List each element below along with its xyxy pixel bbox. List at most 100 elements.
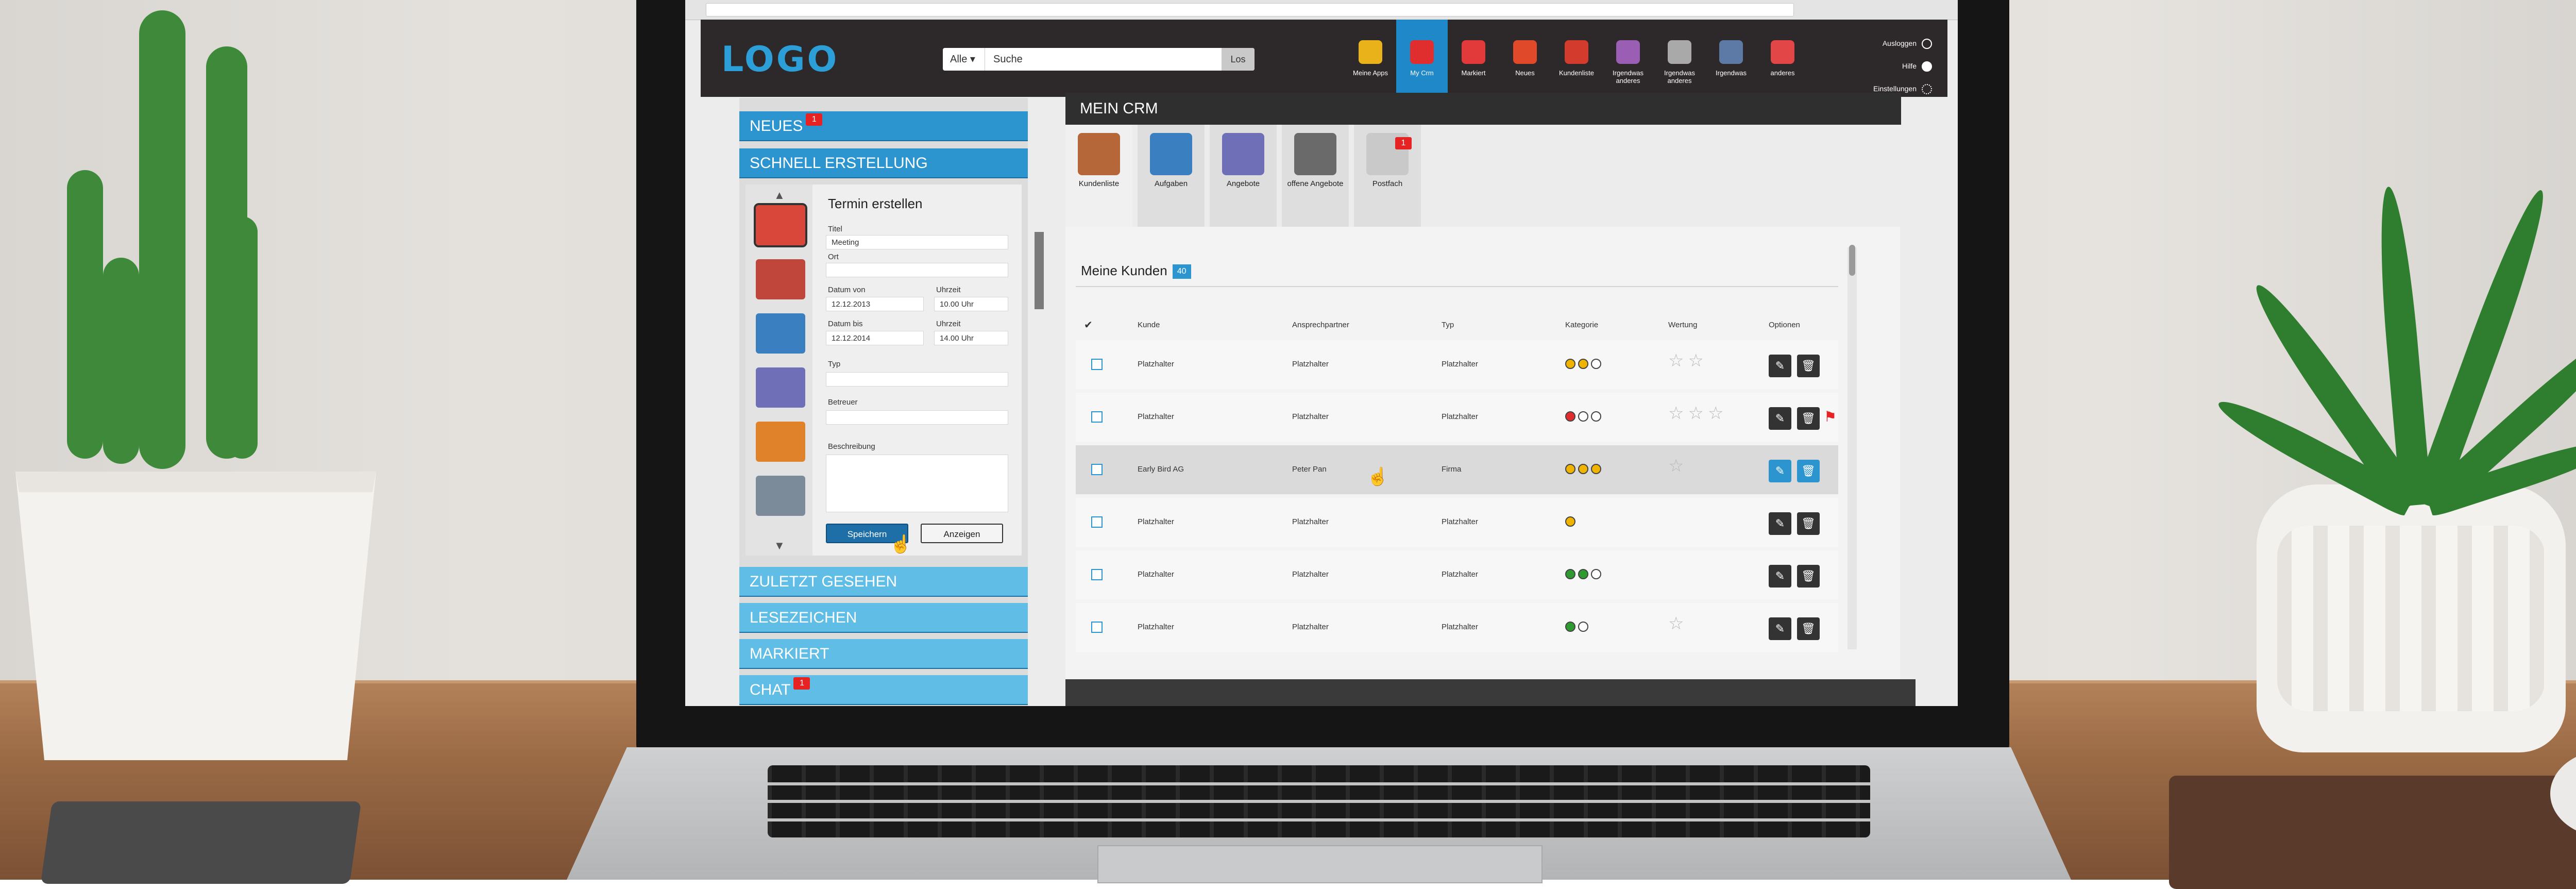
uhrzeit-bis-field[interactable]: 14.00 Uhr [934, 331, 1008, 345]
monitor-icon[interactable] [756, 476, 805, 516]
row-checkbox[interactable] [1091, 411, 1103, 423]
tab-printer[interactable]: offene Angebote [1282, 125, 1349, 227]
tab-chart[interactable]: Angebote [1210, 125, 1277, 227]
edit-icon[interactable]: ✎ [1769, 460, 1791, 482]
star-icon[interactable]: ☆ [1668, 615, 1684, 632]
trash-icon[interactable]: 🗑 [1797, 565, 1820, 588]
scrollbar-thumb[interactable] [1849, 245, 1855, 276]
nav-item[interactable]: Markiert [1448, 20, 1499, 97]
accordion-zuletzt-gesehen[interactable]: ZULETZT GESEHEN [739, 567, 1028, 597]
star-icon[interactable]: ☆ [1688, 352, 1703, 370]
edit-icon[interactable]: ✎ [1769, 407, 1791, 430]
table-row[interactable]: Early Bird AG Peter Pan Firma ☆ ✎ 🗑 [1076, 445, 1838, 494]
nav-item[interactable]: anderes [1757, 20, 1808, 97]
row-checkbox[interactable] [1091, 569, 1103, 580]
datum-von-field[interactable]: 12.12.2013 [826, 297, 924, 311]
category-dot-icon [1565, 411, 1575, 422]
accordion-markiert[interactable]: MARKIERT [739, 639, 1028, 669]
logout-link[interactable]: Ausloggen [1873, 32, 1932, 55]
logo[interactable]: LOGO [721, 39, 839, 80]
accordion-lesezeichen[interactable]: LESEZEICHEN [739, 603, 1028, 633]
show-button[interactable]: Anzeigen [921, 524, 1003, 543]
star-icon[interactable]: ☆ [1688, 405, 1703, 422]
phone-icon [1668, 40, 1691, 64]
tab-clipboard[interactable]: Kundenliste [1065, 125, 1132, 227]
mail-icon[interactable] [754, 203, 807, 247]
search-scope-select[interactable]: Alle ▾ [943, 48, 985, 71]
col-ansprechpartner[interactable]: Ansprechpartner [1292, 321, 1349, 329]
strip-down-arrow[interactable]: ▼ [774, 539, 785, 552]
table-row[interactable]: Platzhalter Platzhalter Platzhalter ☆ ☆ ✎ 🗑 [1076, 340, 1838, 389]
col-optionen[interactable]: Optionen [1769, 321, 1800, 329]
accordion-neues[interactable]: NEUES 1 [739, 111, 1028, 141]
table-row[interactable]: Platzhalter Platzhalter Platzhalter ☆ ☆ ☆ ✎ 🗑 ⚑ [1076, 393, 1838, 442]
trash-icon[interactable]: 🗑 [1797, 407, 1820, 430]
panel-splitter-handle[interactable] [1035, 232, 1044, 309]
edit-icon[interactable]: ✎ [1769, 565, 1791, 588]
edit-icon[interactable]: ✎ [1769, 617, 1791, 640]
datum-bis-field[interactable]: 12.12.2014 [826, 331, 924, 345]
help-link[interactable]: Hilfe [1873, 55, 1932, 77]
tab-compass[interactable]: Aufgaben [1138, 125, 1205, 227]
star-icon[interactable]: ☆ [1668, 457, 1684, 475]
table-row[interactable]: Platzhalter Platzhalter Platzhalter ✎ 🗑 [1076, 550, 1838, 599]
briefcase-icon[interactable] [756, 422, 805, 462]
compass-icon[interactable] [756, 313, 805, 354]
category-dots [1565, 464, 1604, 476]
edit-icon[interactable]: ✎ [1769, 512, 1791, 535]
trash-icon[interactable]: 🗑 [1797, 355, 1820, 377]
address-bar[interactable] [706, 3, 1794, 16]
chart-icon[interactable] [756, 367, 805, 408]
star-icon[interactable]: ☆ [1708, 405, 1723, 422]
category-dot-icon [1565, 516, 1575, 527]
row-checkbox[interactable] [1091, 359, 1103, 370]
nav-item[interactable]: My Crm [1396, 20, 1448, 97]
star-icon[interactable]: ☆ [1668, 405, 1684, 422]
col-typ[interactable]: Typ [1442, 321, 1454, 329]
uhrzeit-von-field[interactable]: 10.00 Uhr [934, 297, 1008, 311]
nav-item[interactable]: Irgendwas anderes [1602, 20, 1654, 97]
strip-up-arrow[interactable]: ▲ [774, 189, 785, 202]
tab-badge: 1 [1395, 137, 1412, 149]
nav-item[interactable]: Kundenliste [1551, 20, 1602, 97]
beschreibung-label: Beschreibung [828, 442, 875, 451]
select-all-check-icon[interactable]: ✔ [1084, 318, 1093, 331]
apps-icon [1359, 40, 1382, 64]
rating-stars[interactable]: ☆ [1668, 457, 1688, 475]
titel-field[interactable]: Meeting [826, 235, 1008, 249]
cell-typ: Platzhalter [1442, 412, 1478, 421]
edit-icon[interactable]: ✎ [1769, 355, 1791, 377]
nav-item[interactable]: Irgendwas anderes [1654, 20, 1705, 97]
wallet-icon[interactable] [756, 259, 805, 299]
col-wertung[interactable]: Wertung [1668, 321, 1697, 329]
star-icon[interactable]: ☆ [1668, 352, 1684, 370]
rating-stars[interactable]: ☆ [1668, 615, 1688, 632]
trash-icon[interactable]: 🗑 [1797, 512, 1820, 535]
row-checkbox[interactable] [1091, 622, 1103, 633]
nav-item[interactable]: Meine Apps [1345, 20, 1396, 97]
beschreibung-field[interactable] [826, 455, 1008, 512]
col-kunde[interactable]: Kunde [1138, 321, 1160, 329]
ort-field[interactable] [826, 263, 1008, 277]
rating-stars[interactable]: ☆ ☆ [1668, 352, 1708, 370]
tab-envelope[interactable]: 1 Postfach [1354, 125, 1421, 227]
trash-icon[interactable]: 🗑 [1797, 460, 1820, 482]
accordion-chat[interactable]: CHAT 1 [739, 675, 1028, 705]
table-row[interactable]: Platzhalter Platzhalter Platzhalter ✎ 🗑 [1076, 498, 1838, 547]
betreuer-field[interactable] [826, 410, 1008, 425]
nav-item[interactable]: Neues [1499, 20, 1551, 97]
nav-item[interactable]: Irgendwas [1705, 20, 1757, 97]
search-input[interactable] [987, 48, 1209, 71]
table-row[interactable]: Platzhalter Platzhalter Platzhalter ☆ ✎ 🗑 [1076, 603, 1838, 652]
flag-icon[interactable]: ⚑ [1824, 408, 1837, 425]
typ-label: Typ [828, 360, 841, 368]
row-checkbox[interactable] [1091, 464, 1103, 475]
scrollbar-track[interactable] [1848, 247, 1857, 649]
trash-icon[interactable]: 🗑 [1797, 617, 1820, 640]
typ-field[interactable] [826, 372, 1008, 387]
search-go-button[interactable]: Los [1222, 48, 1255, 71]
col-kategorie[interactable]: Kategorie [1565, 321, 1598, 329]
row-checkbox[interactable] [1091, 516, 1103, 528]
rating-stars[interactable]: ☆ ☆ ☆ [1668, 405, 1727, 422]
accordion-schnell-erstellung[interactable]: SCHNELL ERSTELLUNG [739, 148, 1028, 178]
